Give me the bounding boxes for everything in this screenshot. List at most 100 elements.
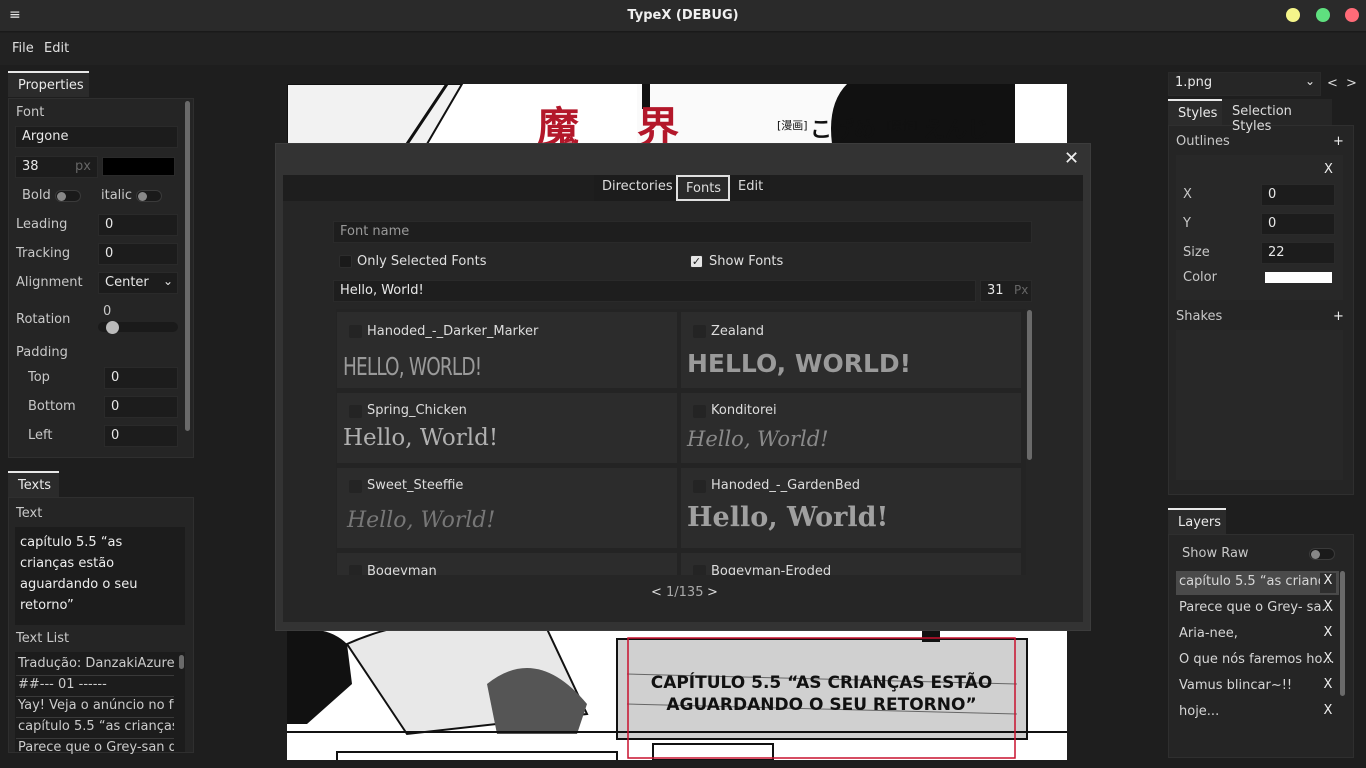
font-card-sample: HELLO, WORLD!	[687, 349, 912, 378]
outline-size-input[interactable]: 22	[1261, 242, 1335, 264]
remove-layer-button[interactable]: X	[1320, 677, 1336, 697]
tab-directories[interactable]: Directories	[594, 175, 676, 201]
font-card-sample: HELLO, WORLD!	[343, 352, 482, 381]
tab-edit[interactable]: Edit	[730, 175, 770, 201]
manga-credit-author: こげめ	[810, 118, 877, 143]
font-card-checkbox[interactable]	[693, 565, 706, 575]
only-selected-checkbox[interactable]	[339, 255, 352, 268]
font-input[interactable]: Argone	[15, 126, 178, 148]
maximize-window-button[interactable]	[1345, 8, 1359, 22]
padding-bottom-input[interactable]: 0	[104, 396, 178, 418]
font-color-swatch[interactable]	[102, 157, 175, 176]
remove-outline-button[interactable]: X	[1324, 162, 1333, 177]
show-raw-label: Show Raw	[1182, 546, 1249, 561]
font-card-name: Hanoded_-_Darker_Marker	[367, 324, 539, 339]
prev-page-button[interactable]: <	[1327, 76, 1338, 91]
properties-scrollbar[interactable]	[185, 101, 190, 431]
font-card-checkbox[interactable]	[349, 325, 362, 338]
italic-toggle[interactable]	[136, 190, 162, 202]
padding-bottom-label: Bottom	[28, 399, 76, 414]
font-card-checkbox[interactable]	[349, 480, 362, 493]
font-card-checkbox[interactable]	[349, 405, 362, 418]
tab-selection-styles[interactable]: Selection Styles	[1222, 99, 1332, 134]
layers-scrollbar[interactable]	[1340, 571, 1345, 696]
bold-toggle[interactable]	[55, 190, 81, 202]
font-card[interactable]: Sweet_Steeffie Hello, World!	[337, 468, 677, 548]
layer-item[interactable]: Aria-nee,	[1176, 623, 1339, 647]
text-list-item[interactable]: Parece que o Grey-san d...	[16, 739, 174, 760]
font-card[interactable]: Konditorei Hello, World!	[681, 393, 1021, 463]
show-fonts-checkbox[interactable]: ✓	[690, 255, 703, 268]
layer-item[interactable]: Vamus blincar~!!	[1176, 675, 1339, 699]
alignment-select[interactable]: Center ⌄	[98, 272, 178, 294]
page-file-value: 1.png	[1175, 75, 1213, 90]
menu-edit[interactable]: Edit	[44, 41, 69, 56]
tab-styles[interactable]: Styles	[1168, 99, 1222, 125]
tab-texts[interactable]: Texts	[8, 471, 59, 497]
font-card-checkbox[interactable]	[693, 325, 706, 338]
add-shake-button[interactable]: +	[1333, 309, 1344, 324]
font-card-checkbox[interactable]	[349, 565, 362, 575]
font-card-checkbox[interactable]	[693, 405, 706, 418]
outline-x-input[interactable]: 0	[1261, 184, 1335, 206]
font-card[interactable]: Bogeyman	[337, 553, 677, 575]
font-card-checkbox[interactable]	[693, 480, 706, 493]
rotation-value: 0	[103, 304, 112, 319]
manga-credit-small: [漫画]	[777, 119, 808, 132]
layer-item-selected[interactable]: capítulo 5.5 “as crianç...	[1176, 571, 1339, 595]
layer-item[interactable]: Parece que o Grey- sa...	[1176, 597, 1339, 621]
only-selected-label: Only Selected Fonts	[357, 254, 487, 269]
font-name-input[interactable]: Font name	[333, 221, 1032, 243]
text-list-item[interactable]: Tradução: DanzakiAzure	[16, 655, 174, 676]
remove-layer-button[interactable]: X	[1320, 599, 1336, 619]
tab-fonts[interactable]: Fonts	[676, 175, 730, 201]
pager-prev-button[interactable]: <	[651, 585, 662, 600]
font-card[interactable]: Spring_Chicken Hello, World!	[337, 393, 677, 463]
bold-label: Bold	[22, 188, 51, 203]
layer-item[interactable]: hoje...	[1176, 701, 1339, 725]
tab-properties[interactable]: Properties	[8, 71, 89, 97]
manga-caption[interactable]: CAPÍTULO 5.5 “AS CRIANÇAS ESTÃO AGUARDAN…	[628, 672, 1015, 716]
remove-layer-button[interactable]: X	[1320, 573, 1336, 593]
show-raw-toggle[interactable]	[1309, 548, 1335, 560]
close-window-button[interactable]	[1286, 8, 1300, 22]
tracking-input[interactable]: 0	[98, 243, 178, 265]
padding-top-input[interactable]: 0	[104, 367, 178, 389]
menu-file[interactable]: File	[12, 41, 34, 56]
font-card-sample: Hello, World!	[347, 508, 496, 533]
pager-next-button[interactable]: >	[707, 585, 718, 600]
text-content-area[interactable]: capítulo 5.5 “as crianças estão aguardan…	[15, 527, 185, 625]
chevron-down-icon: ⌄	[1304, 74, 1315, 88]
font-card[interactable]: Bogeyman-Eroded	[681, 553, 1021, 575]
next-page-button[interactable]: >	[1346, 76, 1357, 91]
font-card-name: Zealand	[711, 324, 764, 339]
font-card[interactable]: Zealand HELLO, WORLD!	[681, 312, 1021, 388]
font-card[interactable]: Hanoded_-_Darker_Marker HELLO, WORLD!	[337, 312, 677, 388]
preview-text-input[interactable]: Hello, World!	[333, 280, 976, 302]
preview-unit-label: Px	[1014, 283, 1029, 297]
dialog-close-button[interactable]: ✕	[1064, 148, 1079, 169]
outline-size-label: Size	[1183, 245, 1210, 260]
remove-layer-button[interactable]: X	[1320, 651, 1336, 671]
font-card[interactable]: Hanoded_-_GardenBed Hello, World!	[681, 468, 1021, 548]
padding-top-label: Top	[28, 370, 50, 385]
text-list-item[interactable]: Yay! Veja o anúncio no fi...	[16, 697, 174, 718]
font-grid-scrollbar[interactable]	[1027, 310, 1032, 460]
leading-input[interactable]: 0	[98, 214, 178, 236]
outline-color-swatch[interactable]	[1265, 272, 1332, 283]
text-list-item[interactable]: capítulo 5.5 “as crianças ...	[16, 718, 174, 739]
outline-y-input[interactable]: 0	[1261, 213, 1335, 235]
remove-layer-button[interactable]: X	[1320, 703, 1336, 723]
remove-layer-button[interactable]: X	[1320, 625, 1336, 645]
padding-left-input[interactable]: 0	[104, 425, 178, 447]
rotation-slider-handle[interactable]	[106, 321, 119, 334]
outline-color-label: Color	[1183, 270, 1217, 285]
tab-layers[interactable]: Layers	[1168, 508, 1226, 534]
layer-item[interactable]: O que nós faremos ho...	[1176, 649, 1339, 673]
text-list-scrollbar[interactable]	[179, 655, 184, 669]
minimize-window-button[interactable]	[1316, 8, 1330, 22]
rotation-label: Rotation	[16, 312, 71, 327]
page-file-select[interactable]: 1.png ⌄	[1168, 72, 1321, 96]
add-outline-button[interactable]: +	[1333, 134, 1344, 149]
text-list-item[interactable]: ##--- 01 ------	[16, 676, 174, 697]
